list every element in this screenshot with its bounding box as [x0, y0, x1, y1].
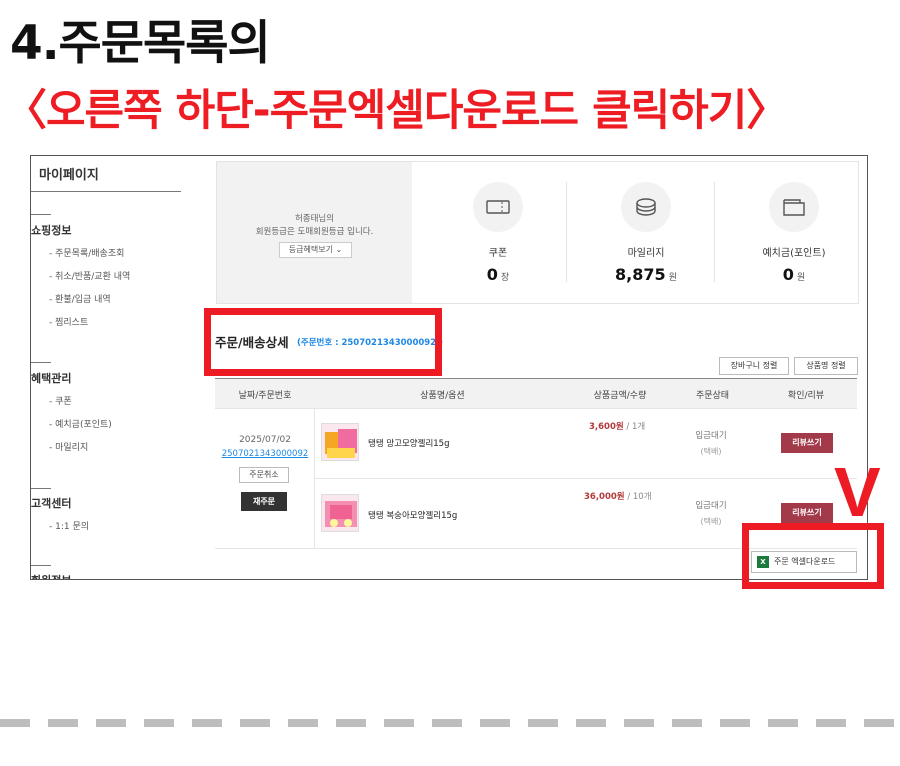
stat-label: 예치금(포인트) — [762, 248, 826, 259]
delivery-type: (택배) — [700, 517, 722, 526]
stat-mileage[interactable]: 마일리지 8,875 원 — [571, 162, 721, 303]
sort-name-button[interactable]: 상품명 정렬 — [794, 357, 858, 375]
product-name[interactable]: 탱탱 복숭아모양젤리15g — [368, 509, 457, 521]
sidebar-item-wishlist[interactable]: - 찜리스트 — [49, 315, 88, 328]
write-review-button[interactable]: 리뷰쓰기 — [781, 433, 833, 453]
table-header: 날짜/주문번호 상품명/옵션 상품금액/수량 주문상태 확인/리뷰 — [215, 378, 857, 408]
divider — [315, 478, 857, 479]
product-thumbnail[interactable] — [321, 423, 359, 461]
divider — [566, 182, 567, 282]
page-heading-instruction: 〈오른쪽 하단-주문엑셀다운로드 클릭하기〉 — [4, 86, 789, 136]
stat-label: 쿠폰 — [488, 248, 508, 259]
dash — [192, 719, 222, 727]
member-summary: 허종태님의 회원등급은 도매회원등급 입니다. 등급혜택보기 ⌄ 쿠폰 0장 마… — [216, 161, 859, 304]
divider — [31, 191, 181, 192]
sidebar-item-mileage[interactable]: - 마일리지 — [49, 440, 88, 453]
highlight-excel-button — [742, 523, 884, 589]
column-header: 상품명/옵션 — [420, 391, 465, 401]
dash — [576, 719, 606, 727]
stat-deposit[interactable]: 예치금(포인트) 0원 — [719, 162, 867, 303]
product-name[interactable]: 탱탱 망고모양젤리15g — [368, 437, 449, 449]
member-grade: 회원등급은 도매회원등급 입니다. — [255, 227, 374, 237]
dash — [768, 719, 798, 727]
dash — [672, 719, 702, 727]
page-heading-step: 4.주문목록의 — [10, 16, 271, 71]
divider — [215, 408, 857, 409]
column-header: 확인/리뷰 — [787, 391, 825, 401]
dash — [528, 719, 558, 727]
delivery-type: (택배) — [700, 447, 722, 456]
product-thumbnail[interactable] — [321, 494, 359, 532]
sidebar-section-benefits: 혜택관리 — [31, 372, 72, 385]
dashed-divider — [0, 719, 900, 727]
check-mark-annotation: V — [834, 453, 881, 531]
sidebar-title: 마이페이지 — [39, 168, 99, 183]
dash — [432, 719, 462, 727]
dash — [624, 719, 654, 727]
dash — [720, 719, 750, 727]
dash — [144, 719, 174, 727]
dash — [96, 719, 126, 727]
dash — [384, 719, 414, 727]
stat-value: 8,875 원 — [615, 265, 677, 284]
dash — [48, 719, 78, 727]
divider — [31, 565, 51, 566]
column-header: 주문상태 — [695, 391, 730, 401]
sidebar-item-deposit[interactable]: - 예치금(포인트) — [49, 417, 112, 430]
stat-coupon[interactable]: 쿠폰 0장 — [423, 162, 573, 303]
order-status: 입금대기 — [695, 431, 727, 441]
stat-value: 0원 — [782, 265, 806, 284]
dash — [480, 719, 510, 727]
order-number-link[interactable]: 2507021343000092 — [215, 449, 315, 459]
column-header: 날짜/주문번호 — [238, 391, 292, 401]
sidebar-section-member: 회원정보 — [31, 572, 71, 579]
wallet-icon — [769, 182, 819, 232]
divider — [31, 362, 51, 363]
sidebar-item-coupon[interactable]: - 쿠폰 — [49, 394, 72, 407]
write-review-button[interactable]: 리뷰쓰기 — [781, 503, 833, 523]
ticket-icon — [473, 182, 523, 232]
product-price: 36,000원 / 10개 — [584, 492, 652, 502]
sort-cart-button[interactable]: 장바구니 정렬 — [719, 357, 789, 375]
sidebar-item-order-list[interactable]: - 주문목록/배송조회 — [49, 246, 124, 259]
divider — [31, 488, 51, 489]
sidebar-section-support: 고객센터 — [31, 497, 72, 510]
product-price: 3,600원 / 1개 — [589, 422, 646, 432]
stat-value: 0장 — [486, 265, 510, 284]
coin-stack-icon — [621, 182, 671, 232]
highlight-order-detail — [204, 308, 442, 376]
reorder-button[interactable]: 재주문 — [241, 492, 287, 511]
member-name: 허종태님의 — [294, 214, 335, 224]
dash — [336, 719, 366, 727]
stat-label: 마일리지 — [627, 248, 665, 259]
dash — [816, 719, 846, 727]
sidebar-item-inquiry[interactable]: - 1:1 문의 — [49, 519, 89, 532]
cancel-order-button[interactable]: 주문취소 — [239, 467, 289, 483]
divider — [314, 408, 315, 548]
grade-area: 허종태님의 회원등급은 도매회원등급 입니다. 등급혜택보기 ⌄ — [217, 162, 412, 303]
dash — [864, 719, 894, 727]
dash — [240, 719, 270, 727]
divider — [714, 182, 715, 282]
screenshot-panel: 마이페이지 쇼핑정보 - 주문목록/배송조회 - 취소/반품/교환 내역 - 환… — [30, 155, 868, 580]
dash — [288, 719, 318, 727]
sidebar-item-refund[interactable]: - 환불/입금 내역 — [49, 292, 111, 305]
order-status: 입금대기 — [695, 501, 727, 511]
order-date: 2025/07/02 — [239, 435, 291, 445]
dash — [0, 719, 30, 727]
sidebar-item-cancel-return[interactable]: - 취소/반품/교환 내역 — [49, 269, 130, 282]
column-header: 상품금액/수량 — [593, 391, 647, 401]
divider — [31, 214, 51, 215]
grade-benefit-button[interactable]: 등급혜택보기 ⌄ — [279, 242, 352, 258]
sidebar-section-shopping: 쇼핑정보 — [31, 224, 72, 237]
